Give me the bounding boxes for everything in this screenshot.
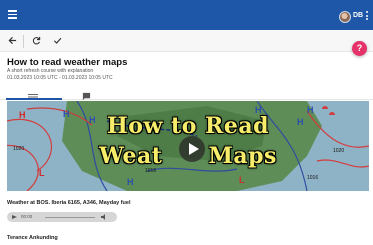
audio-track-title: Weather at BOS. Iberia 6165, A346, Mayda… <box>7 200 131 206</box>
avatar[interactable] <box>339 11 351 23</box>
video-title-line2-part1: Weat <box>99 143 163 169</box>
page-title: How to read weather maps <box>7 57 128 68</box>
list-icon <box>28 94 38 100</box>
hamburger-menu-icon[interactable] <box>8 10 17 19</box>
audio-player[interactable]: 00:00 <box>7 212 117 222</box>
audio-progress-bar[interactable] <box>45 216 95 218</box>
toolbar-divider <box>23 35 24 48</box>
page-subtitle: A short refresh course with explanation <box>7 68 94 74</box>
user-initials[interactable]: DB <box>353 12 363 19</box>
more-vert-icon[interactable] <box>366 11 369 21</box>
svg-text:L: L <box>39 168 45 178</box>
audio-time: 00:00 <box>21 214 33 219</box>
audio-track-title: Terance Ankunding <box>7 235 58 241</box>
chat-icon <box>82 92 91 101</box>
pressure-label: 1016 <box>307 175 319 181</box>
toolbar <box>0 30 373 52</box>
video-title-line1: How to Read <box>107 113 269 139</box>
tab-chat[interactable] <box>82 88 94 101</box>
check-icon <box>53 37 61 44</box>
active-tab-indicator <box>6 98 62 100</box>
video-title-line2-part2: Maps <box>208 143 277 169</box>
volume-icon[interactable] <box>101 214 107 220</box>
svg-text:L: L <box>239 175 245 185</box>
play-icon[interactable] <box>179 136 205 162</box>
tab-content[interactable] <box>28 88 40 100</box>
refresh-button[interactable] <box>28 34 44 48</box>
back-button[interactable] <box>4 34 20 48</box>
refresh-icon <box>32 36 40 45</box>
svg-text:H: H <box>127 177 134 187</box>
help-button[interactable]: ? <box>352 41 367 56</box>
arrow-left-icon <box>8 36 16 45</box>
date-range: 01.03.2023 10:05 UTC - 01.03.2023 10:05 … <box>7 75 113 81</box>
audio-play-icon[interactable] <box>12 214 17 219</box>
check-button[interactable] <box>49 34 65 48</box>
video-player[interactable]: H H H H H H L L H 1020 1020 1016 1016 10… <box>7 101 369 191</box>
app-header: DB <box>0 0 373 30</box>
